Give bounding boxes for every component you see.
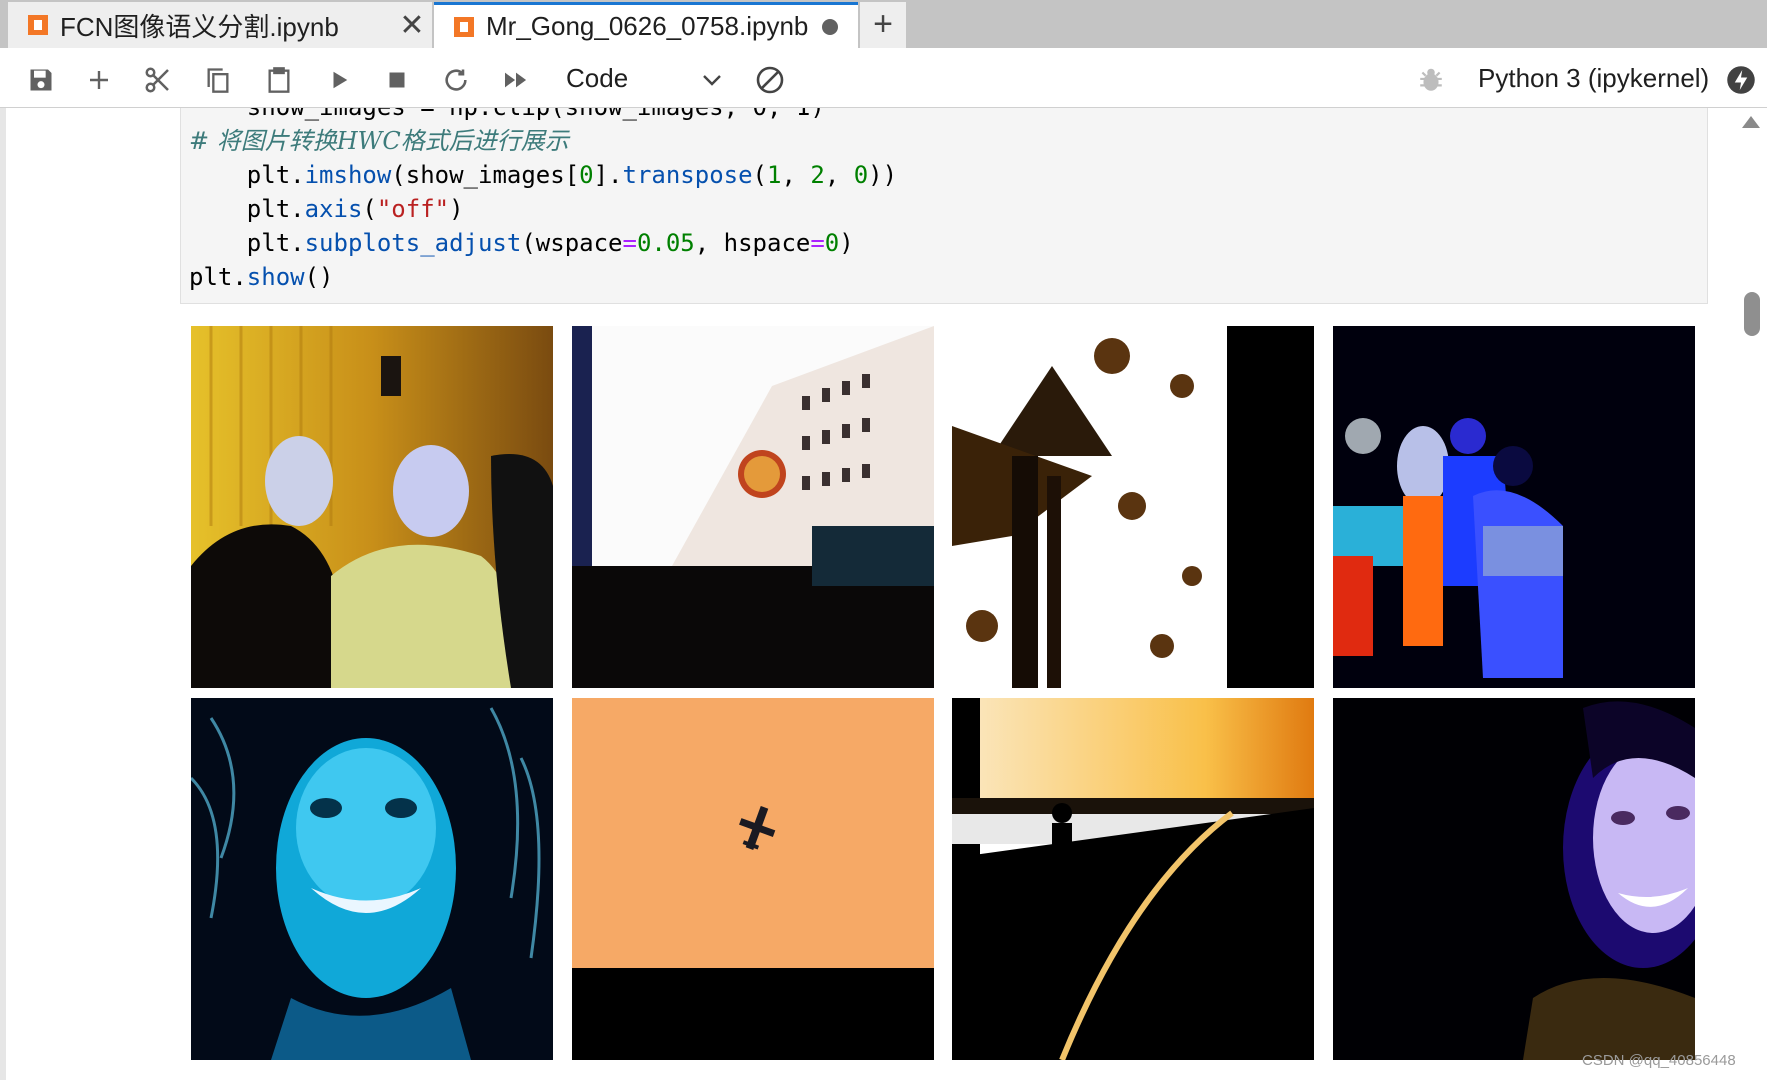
kernel-name[interactable]: Python 3 (ipykernel) <box>1478 63 1709 94</box>
code-line[interactable]: plt.axis("off") <box>189 192 464 226</box>
cut-icon[interactable] <box>141 63 175 97</box>
code-token: , <box>824 161 854 189</box>
run-all-icon[interactable] <box>499 63 533 97</box>
tab-bar: FCN图像语义分割.ipynb ✕ Mr_Gong_0626_0758.ipyn… <box>0 0 1767 48</box>
paste-icon[interactable] <box>262 63 296 97</box>
copy-icon[interactable] <box>201 63 235 97</box>
code-token: () <box>304 263 334 291</box>
watermark: CSDN @qq_40856448 <box>1582 1052 1736 1069</box>
code-cell[interactable]: show_images = np.clip(show_images, 0, 1)… <box>180 108 1708 304</box>
output-image-1 <box>191 326 553 688</box>
save-icon[interactable] <box>24 63 58 97</box>
code-token: show_images = np.clip(show_images, 0, 1) <box>189 108 825 121</box>
code-token: plt. <box>189 195 305 223</box>
close-icon[interactable]: ✕ <box>392 8 432 43</box>
code-line[interactable]: plt.subplots_adjust(wspace=0.05, hspace=… <box>189 226 854 260</box>
code-token: , hspace <box>694 229 811 257</box>
notebook-toolbar: Code Python 3 (ipykernel) <box>0 48 1767 108</box>
output-image-8 <box>1333 698 1695 1060</box>
run-icon[interactable] <box>322 63 356 97</box>
code-token: ]. <box>593 161 623 189</box>
add-cell-icon[interactable] <box>82 63 116 97</box>
output-image-5 <box>191 698 553 1060</box>
code-token: "off" <box>376 195 450 223</box>
code-token: 0 <box>853 161 869 189</box>
code-token: plt. <box>189 229 305 257</box>
code-token: transpose <box>622 161 753 189</box>
output-image-4 <box>1333 326 1695 688</box>
restart-icon[interactable] <box>439 63 473 97</box>
chevron-down-icon <box>702 63 722 94</box>
code-line[interactable]: show_images = np.clip(show_images, 0, 1) <box>189 108 825 124</box>
tab-mr-gong-notebook[interactable]: Mr_Gong_0626_0758.ipynb <box>434 2 858 48</box>
code-token: 0 <box>824 229 840 257</box>
unsaved-indicator-icon[interactable] <box>822 18 838 35</box>
code-token: subplots_adjust <box>304 229 522 257</box>
tab-title: FCN图像语义分割.ipynb <box>60 11 339 42</box>
code-token: ) <box>449 195 464 223</box>
left-rail <box>0 108 6 1080</box>
output-image-6 <box>572 698 934 1060</box>
code-token: ( <box>362 195 377 223</box>
code-token: = <box>622 229 637 257</box>
output-image-2 <box>572 326 934 688</box>
code-token: (show_images[ <box>391 161 580 189</box>
code-token: = <box>810 229 825 257</box>
code-token: show <box>246 263 305 291</box>
kernel-idle-lightning-icon[interactable] <box>1724 63 1758 97</box>
notebook-icon <box>454 16 474 37</box>
cell-type-value: Code <box>566 62 629 93</box>
code-token: (wspace <box>521 229 623 257</box>
code-token: 2 <box>810 161 825 189</box>
code-token: , <box>781 161 811 189</box>
output-image-7 <box>952 698 1314 1060</box>
code-token: )) <box>868 161 898 189</box>
code-token: axis <box>304 195 363 223</box>
code-token: 1 <box>767 161 782 189</box>
code-token: plt. <box>189 263 247 291</box>
tab-title: Mr_Gong_0626_0758.ipynb <box>486 11 809 41</box>
code-line[interactable]: plt.imshow(show_images[0].transpose(1, 2… <box>189 158 897 192</box>
code-token: ) <box>839 229 854 257</box>
notebook-icon <box>28 15 48 35</box>
code-line[interactable]: # 将图片转换HWC格式后进行展示 <box>189 124 569 158</box>
code-token: imshow <box>304 161 392 189</box>
stop-icon[interactable] <box>380 63 414 97</box>
cell-type-dropdown[interactable]: Code <box>566 60 722 96</box>
code-token: 0.05 <box>636 229 695 257</box>
debugger-bug-icon[interactable] <box>1414 63 1448 97</box>
code-token: ( <box>752 161 767 189</box>
kernel-status-icon[interactable] <box>750 60 790 100</box>
code-token: plt. <box>189 161 305 189</box>
output-image-3 <box>952 326 1314 688</box>
code-line[interactable]: plt.show() <box>189 260 334 294</box>
new-tab-button[interactable]: + <box>860 2 906 48</box>
scrollbar-thumb[interactable] <box>1744 292 1760 336</box>
tab-fcn-notebook[interactable]: FCN图像语义分割.ipynb ✕ <box>8 2 432 48</box>
notebook-panel: show_images = np.clip(show_images, 0, 1)… <box>0 108 1767 1080</box>
code-token: # 将图片转换HWC格式后进行展示 <box>189 127 569 155</box>
code-token: 0 <box>579 161 594 189</box>
scroll-up-arrow-icon[interactable] <box>1742 116 1760 128</box>
